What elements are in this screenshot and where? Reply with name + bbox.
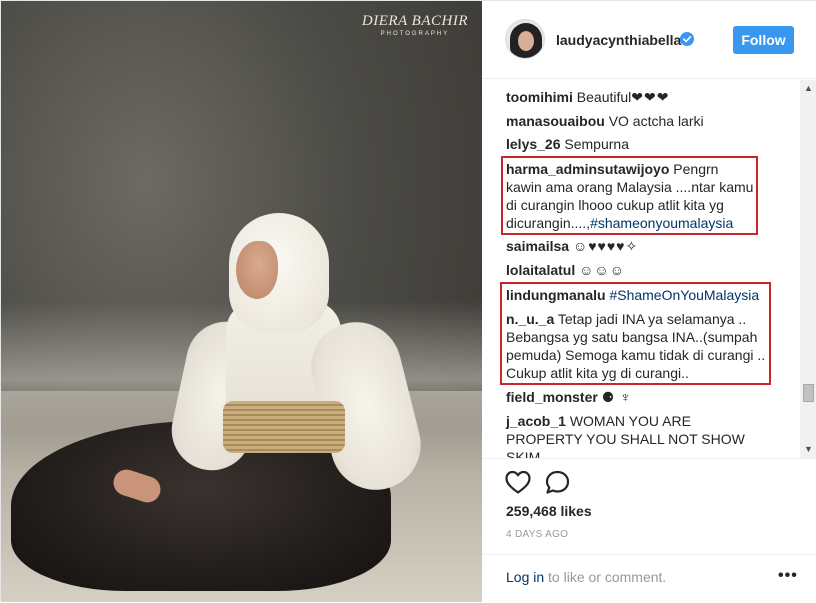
comment-username[interactable]: lolaitalatul xyxy=(506,262,575,278)
comment-item: toomihimi Beautiful❤❤❤ xyxy=(506,88,776,106)
more-options-icon[interactable]: ••• xyxy=(778,567,798,585)
scroll-up-arrow-icon[interactable]: ▲ xyxy=(800,80,816,97)
comment-username[interactable]: saimailsa xyxy=(506,238,569,254)
comment-emoji: ☺♥♥♥♥✧ xyxy=(572,238,639,254)
comment-username[interactable]: lindungmanalu xyxy=(506,287,606,303)
header-username[interactable]: laudyacynthiabella xyxy=(556,32,681,48)
scroll-down-arrow-icon[interactable]: ▼ xyxy=(800,441,816,458)
comment-item: field_monster ⚈ ♆ xyxy=(506,388,776,406)
watermark-sub: PHOTOGRAPHY xyxy=(380,31,450,37)
photo-face xyxy=(236,241,278,299)
post-side-panel: laudyacynthiabella Follow toomihimi Beau… xyxy=(482,1,816,602)
likes-count[interactable]: 259,468 likes xyxy=(506,503,592,519)
comment-hashtag[interactable]: #ShameOnYouMalaysia xyxy=(609,287,759,303)
post-photo[interactable]: DIERA BACHIR PHOTOGRAPHY xyxy=(1,1,482,602)
post-timestamp[interactable]: 4 DAYS AGO xyxy=(506,529,568,540)
verified-badge-icon xyxy=(680,32,694,46)
comment-username[interactable]: j_acob_1 xyxy=(506,413,566,429)
post-actions: 259,468 likes 4 DAYS AGO Log in to like … xyxy=(482,458,816,602)
comment-username[interactable]: n._u._a xyxy=(506,311,554,327)
instagram-post: DIERA BACHIR PHOTOGRAPHY laudyacynthiabe… xyxy=(0,0,816,602)
comment-item: harma_adminsutawijoyo Pengrn kawin ama o… xyxy=(506,160,754,232)
comment-item: lindungmanalu #ShameOnYouMalaysia xyxy=(506,286,766,304)
watermark-name: DIERA BACHIR xyxy=(361,13,468,29)
comment-item: lelys_26 Sempurna xyxy=(506,135,776,153)
comment-item: n._u._a Tetap jadi INA ya selamanya .. B… xyxy=(506,310,768,382)
comments-list[interactable]: toomihimi Beautiful❤❤❤ manasouaibou VO a… xyxy=(482,80,816,458)
photo-belt xyxy=(223,401,345,453)
comment-text: VO actcha larki xyxy=(608,113,704,129)
comment-text: Sempurna xyxy=(564,136,629,152)
comment-emoji: ⚈ ♆ xyxy=(601,389,632,405)
comment-username[interactable]: field_monster xyxy=(506,389,598,405)
comment-bubble-icon[interactable] xyxy=(544,469,572,495)
comment-text: Beautiful xyxy=(576,89,632,105)
comment-username[interactable]: manasouaibou xyxy=(506,113,605,129)
comments-scrollbar[interactable]: ▲ ▼ xyxy=(800,80,816,458)
comment-username[interactable]: harma_adminsutawijoyo xyxy=(506,161,669,177)
comment-username[interactable]: lelys_26 xyxy=(506,136,561,152)
login-link[interactable]: Log in xyxy=(506,569,544,585)
heart-icon[interactable] xyxy=(504,469,532,495)
comment-emoji: ☺☺☺ xyxy=(579,262,626,278)
comment-hashtag[interactable]: #shameonyoumalaysia xyxy=(590,215,733,231)
comment-item: manasouaibou VO actcha larki xyxy=(506,112,776,130)
scroll-thumb[interactable] xyxy=(803,384,814,402)
post-header: laudyacynthiabella Follow xyxy=(482,1,816,79)
login-rest-text: to like or comment. xyxy=(544,569,667,585)
photographer-watermark: DIERA BACHIR PHOTOGRAPHY xyxy=(362,13,468,37)
comment-emoji: ❤❤❤ xyxy=(631,89,670,105)
login-prompt: Log in to like or comment. xyxy=(506,569,666,585)
comment-item: lolaitalatul ☺☺☺ xyxy=(506,261,776,279)
comment-username[interactable]: toomihimi xyxy=(506,89,573,105)
comment-item: saimailsa ☺♥♥♥♥✧ xyxy=(506,237,776,255)
avatar-face xyxy=(518,31,534,51)
follow-button[interactable]: Follow xyxy=(733,26,794,54)
login-row: Log in to like or comment. ••• xyxy=(482,554,816,603)
comment-item: j_acob_1 WOMAN YOU ARE PROPERTY YOU SHAL… xyxy=(506,412,756,458)
avatar[interactable] xyxy=(505,19,545,59)
